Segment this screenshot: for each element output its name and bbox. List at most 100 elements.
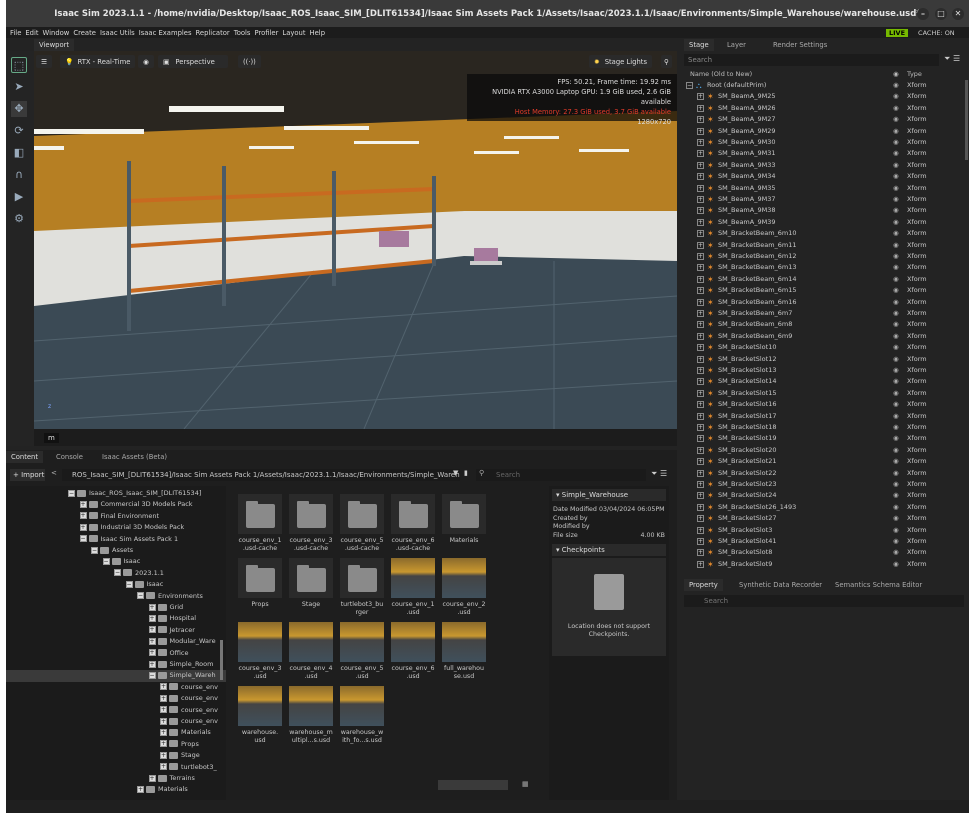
usd-file-tile[interactable]: warehouse_m ultipl...s.usd [287, 686, 335, 745]
usd-file-tile[interactable]: course_env_6 .usd [389, 622, 437, 681]
rotate-tool-icon[interactable]: ⟳ [11, 123, 27, 139]
tree-item[interactable]: + Hospital [148, 613, 196, 624]
stage-root-row[interactable]: − ⛬ Root (defaultPrim) ◉ Xform [680, 80, 965, 91]
maximize-button[interactable]: □ [935, 8, 947, 20]
stage-row[interactable]: + ✶ SM_BracketSlot22 ◉ Xform [680, 468, 965, 479]
tree-toggle-icon[interactable]: + [148, 649, 156, 657]
tree-toggle-icon[interactable]: + [160, 683, 167, 691]
tab-synthetic-data-recorder[interactable]: Synthetic Data Recorder [734, 579, 827, 591]
tree-item[interactable]: − Assets [91, 545, 133, 556]
move-tool-icon[interactable]: ✥ [11, 101, 27, 117]
stage-row[interactable]: + ✶ SM_BracketSlot16 ◉ Xform [680, 399, 965, 410]
tree-item[interactable]: + Grid [148, 602, 183, 613]
tree-item[interactable]: − Isaac [125, 579, 163, 590]
tree-toggle-icon[interactable]: + [160, 763, 167, 771]
tree-toggle-icon[interactable]: − [137, 592, 144, 600]
stage-row[interactable]: + ✶ SM_BeamA_9M37 ◉ Xform [680, 194, 965, 205]
folder-tile[interactable]: Stage [287, 558, 335, 609]
visibility-icon[interactable]: ◉ [893, 240, 899, 251]
stage-lights-button[interactable]: ✹ Stage Lights [589, 55, 653, 68]
info-title[interactable]: ▾ Simple_Warehouse [552, 489, 666, 501]
usd-file-tile[interactable]: course_env_5 .usd [338, 622, 386, 681]
select-tool-icon[interactable]: ⬚ [11, 57, 27, 73]
folder-tile[interactable]: Materials [440, 494, 488, 545]
usd-file-tile[interactable]: full_warehou se.usd [440, 622, 488, 681]
visibility-icon[interactable]: ◉ [893, 513, 899, 524]
visibility-icon[interactable]: ◉ [893, 456, 899, 467]
tree-item[interactable]: + Final Environment [79, 511, 159, 522]
stage-row[interactable]: + ✶ SM_BracketSlot41 ◉ Xform [680, 536, 965, 547]
menu-item-edit[interactable]: Edit [25, 29, 38, 37]
usd-file-tile[interactable]: course_env_2 .usd [440, 558, 488, 617]
play-icon[interactable]: ▶ [11, 189, 27, 205]
visibility-icon[interactable]: ◉ [893, 342, 899, 353]
wifi-button[interactable]: ((·)) [238, 55, 261, 68]
visibility-icon[interactable]: ◉ [893, 479, 899, 490]
minimize-button[interactable]: – [917, 8, 929, 20]
expand-icon[interactable]: + [697, 355, 704, 363]
visibility-icon[interactable]: ◉ [893, 468, 899, 479]
visibility-icon[interactable]: ◉ [893, 274, 899, 285]
stage-row[interactable]: + ✶ SM_BeamA_9M29 ◉ Xform [680, 126, 965, 137]
menu-item-create[interactable]: Create [73, 29, 96, 37]
tree-item[interactable]: − Isaac Sim Assets Pack 1 [79, 534, 178, 545]
tree-item[interactable]: + Jetracer [148, 625, 195, 636]
live-button[interactable]: LIVE [886, 28, 909, 37]
stage-row[interactable]: + ✶ SM_BracketSlot21 ◉ Xform [680, 456, 965, 467]
stage-row[interactable]: + ✶ SM_BracketBeam_6m9 ◉ Xform [680, 331, 965, 342]
expand-icon[interactable]: + [697, 230, 704, 238]
visibility-icon[interactable]: ◉ [893, 433, 899, 444]
usd-file-tile[interactable]: course_env_3 .usd [236, 622, 284, 681]
viewport[interactable]: ☰ 💡 RTX - Real-Time ◉ ▣ Perspective ((·)) … [34, 51, 677, 429]
scale-tool-icon[interactable]: ◧ [11, 145, 27, 161]
menu-item-tools[interactable]: Tools [234, 29, 251, 37]
stage-row[interactable]: + ✶ SM_BracketBeam_6m7 ◉ Xform [680, 308, 965, 319]
stage-row[interactable]: + ✶ SM_BeamA_9M30 ◉ Xform [680, 137, 965, 148]
grid-scrollbar[interactable] [438, 780, 508, 790]
tree-scrollbar[interactable] [220, 640, 223, 680]
tree-item[interactable]: + Industrial 3D Models Pack [79, 522, 184, 533]
expand-icon[interactable]: + [697, 389, 704, 397]
path-dropdown-icon[interactable]: ▼ [453, 469, 458, 477]
tree-item[interactable]: + Materials [160, 727, 211, 738]
visibility-icon[interactable]: ◉ [893, 160, 899, 171]
visibility-icon[interactable]: ◉ [893, 285, 899, 296]
menu-item-help[interactable]: Help [310, 29, 326, 37]
stage-row[interactable]: + ✶ SM_BeamA_9M38 ◉ Xform [680, 205, 965, 216]
tree-item[interactable]: − Simple_Wareh [6, 670, 226, 682]
tree-toggle-icon[interactable]: + [160, 740, 167, 748]
visibility-icon[interactable]: ◉ [893, 559, 899, 570]
grid-view-icon[interactable]: ▦ [522, 780, 529, 788]
stage-row[interactable]: + ✶ SM_BeamA_9M27 ◉ Xform [680, 114, 965, 125]
expand-icon[interactable]: + [697, 93, 704, 101]
tree-toggle-icon[interactable]: + [79, 512, 87, 520]
tree-toggle-icon[interactable]: + [148, 774, 156, 782]
stage-row[interactable]: + ✶ SM_BracketSlot27 ◉ Xform [680, 513, 965, 524]
checkpoints-header[interactable]: ▾ Checkpoints [552, 544, 666, 556]
tab-property[interactable]: Property [684, 579, 723, 591]
tree-toggle-icon[interactable]: + [137, 785, 144, 793]
stage-row[interactable]: + ✶ SM_BracketBeam_6m10 ◉ Xform [680, 228, 965, 239]
expand-icon[interactable]: + [697, 367, 704, 374]
tab-content[interactable]: Content [6, 451, 44, 463]
folder-tile[interactable]: course_env_5 .usd-cache [338, 494, 386, 553]
stage-row[interactable]: + ✶ SM_BracketBeam_6m16 ◉ Xform [680, 297, 965, 308]
expand-icon[interactable]: + [697, 173, 704, 181]
tree-toggle-icon[interactable]: + [160, 728, 167, 736]
expand-icon[interactable]: + [697, 184, 704, 192]
tree-item[interactable]: − 2023.1.1 [114, 568, 164, 579]
visibility-icon[interactable]: ◉ [893, 365, 899, 376]
usd-file-tile[interactable]: warehouse. usd [236, 686, 284, 745]
expand-icon[interactable]: + [697, 287, 704, 295]
visibility-icon[interactable]: ◉ [893, 205, 899, 216]
tree-toggle-icon[interactable]: − [102, 557, 110, 565]
tree-toggle-icon[interactable]: − [68, 489, 75, 497]
visibility-icon[interactable]: ◉ [893, 103, 899, 114]
stage-row[interactable]: + ✶ SM_BracketSlot12 ◉ Xform [680, 354, 965, 365]
tree-toggle-icon[interactable]: + [160, 706, 167, 714]
visibility-icon[interactable]: ◉ [893, 319, 899, 330]
expand-icon[interactable]: + [697, 104, 704, 112]
tree-toggle-icon[interactable]: + [160, 694, 167, 702]
expand-icon[interactable]: + [697, 469, 704, 477]
visibility-icon[interactable]: ◉ [893, 388, 899, 399]
